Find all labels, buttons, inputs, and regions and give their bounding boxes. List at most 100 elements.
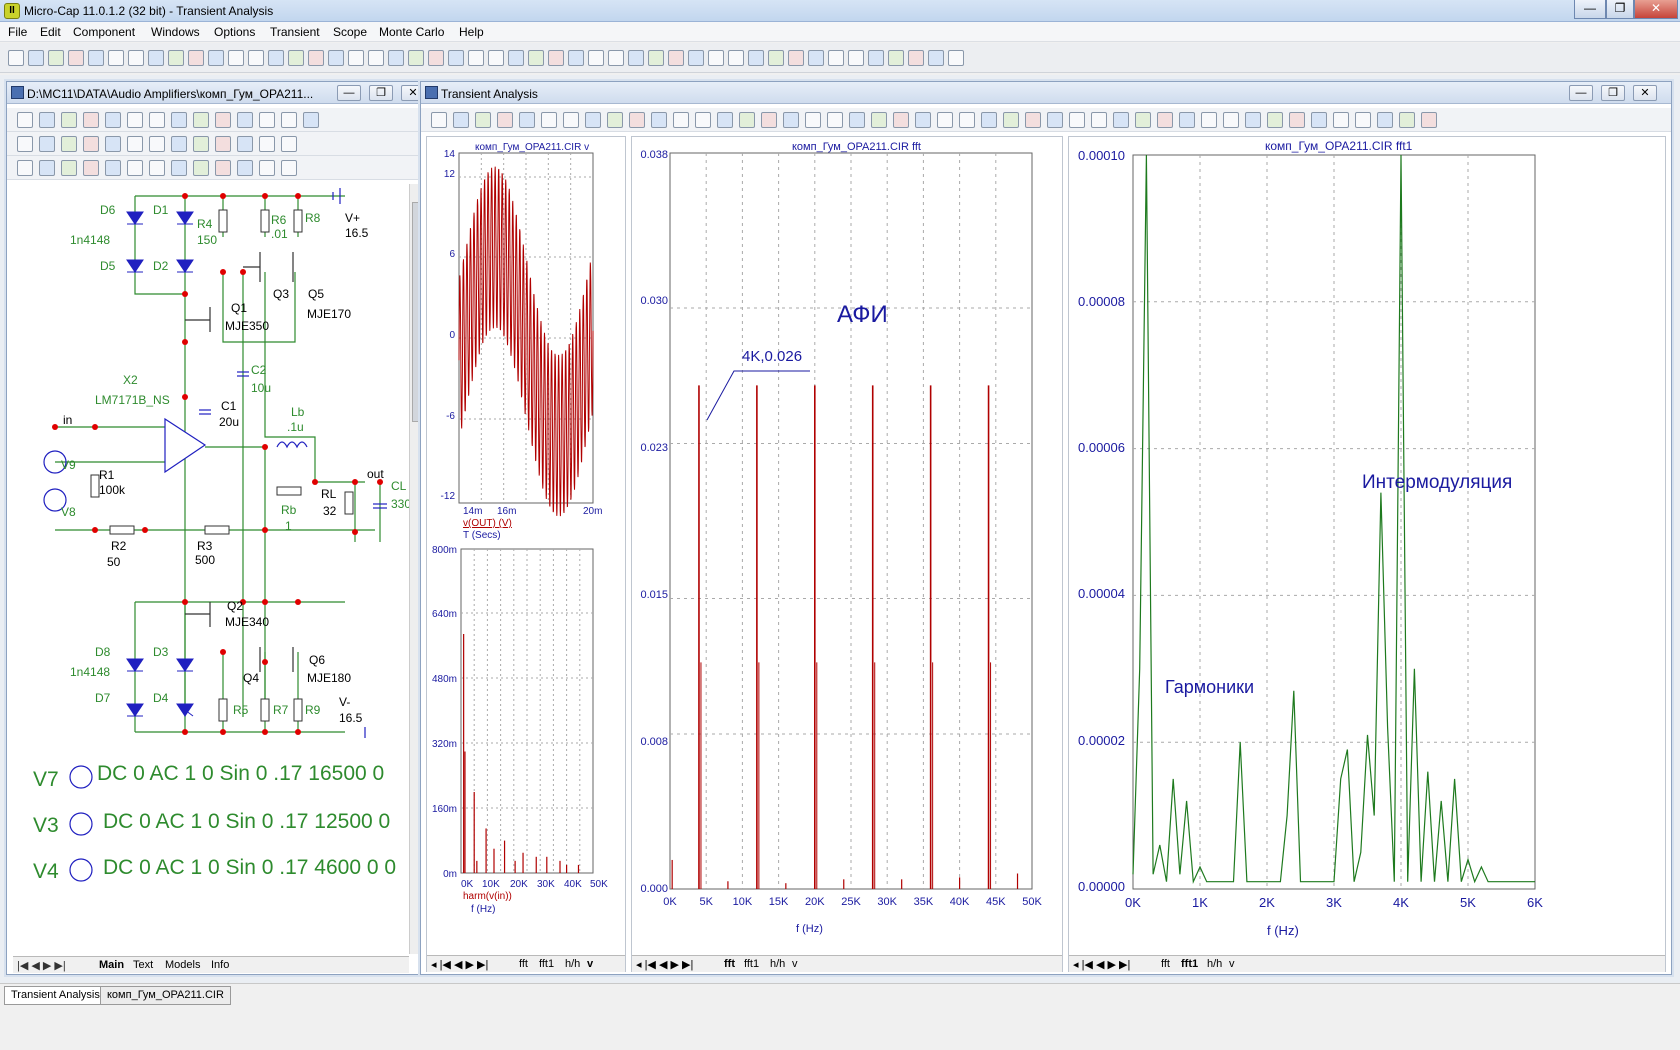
toolbar-button[interactable]	[17, 136, 33, 152]
menu-edit[interactable]: Edit	[40, 25, 61, 39]
toolbar-button[interactable]	[981, 112, 997, 128]
toolbar-button[interactable]	[1179, 112, 1195, 128]
toolbar-button[interactable]	[1289, 112, 1305, 128]
window-tab-circuit[interactable]: комп_Гум_OPA211.CIR	[100, 986, 231, 1005]
close-button[interactable]: ✕	[1634, 0, 1678, 19]
schematic-maximize-button[interactable]: ❐	[369, 85, 393, 101]
toolbar-button[interactable]	[788, 50, 804, 66]
toolbar-button[interactable]	[105, 136, 121, 152]
toolbar-button[interactable]	[215, 136, 231, 152]
toolbar-button[interactable]	[431, 112, 447, 128]
toolbar-button[interactable]	[628, 50, 644, 66]
toolbar-button[interactable]	[761, 112, 777, 128]
toolbar-button[interactable]	[585, 112, 601, 128]
toolbar-button[interactable]	[171, 136, 187, 152]
toolbar-button[interactable]	[1201, 112, 1217, 128]
toolbar-button[interactable]	[805, 112, 821, 128]
toolbar-button[interactable]	[28, 50, 44, 66]
toolbar-button[interactable]	[61, 160, 77, 176]
fft1-plot[interactable]: комп_Гум_OPA211.CIR fft1 0.00010 0.00008…	[1069, 137, 1665, 947]
toolbar-button[interactable]	[688, 50, 704, 66]
toolbar-button[interactable]	[1355, 112, 1371, 128]
toolbar-button[interactable]	[17, 112, 33, 128]
toolbar-button[interactable]	[237, 160, 253, 176]
toolbar-button[interactable]	[259, 136, 275, 152]
tab-models[interactable]: Models	[165, 959, 200, 971]
toolbar-button[interactable]	[541, 112, 557, 128]
toolbar-button[interactable]	[68, 50, 84, 66]
toolbar-button[interactable]	[105, 112, 121, 128]
toolbar-button[interactable]	[849, 112, 865, 128]
analysis-minimize-button[interactable]: —	[1569, 85, 1593, 101]
schematic-minimize-button[interactable]: —	[337, 85, 361, 101]
toolbar-button[interactable]	[149, 160, 165, 176]
toolbar-button[interactable]	[171, 160, 187, 176]
toolbar-button[interactable]	[848, 50, 864, 66]
toolbar-button[interactable]	[61, 136, 77, 152]
menu-file[interactable]: File	[8, 25, 27, 39]
menu-options[interactable]: Options	[214, 25, 255, 39]
toolbar-button[interactable]	[453, 112, 469, 128]
menu-help[interactable]: Help	[459, 25, 484, 39]
toolbar-button[interactable]	[1421, 112, 1437, 128]
toolbar-button[interactable]	[215, 112, 231, 128]
toolbar-button[interactable]	[428, 50, 444, 66]
toolbar-button[interactable]	[828, 50, 844, 66]
toolbar-button[interactable]	[88, 50, 104, 66]
toolbar-button[interactable]	[127, 160, 143, 176]
toolbar-button[interactable]	[1047, 112, 1063, 128]
toolbar-button[interactable]	[519, 112, 535, 128]
toolbar-button[interactable]	[668, 50, 684, 66]
toolbar-button[interactable]	[303, 112, 319, 128]
toolbar-button[interactable]	[288, 50, 304, 66]
toolbar-button[interactable]	[237, 136, 253, 152]
toolbar-button[interactable]	[1091, 112, 1107, 128]
toolbar-button[interactable]	[105, 160, 121, 176]
window-tab-transient[interactable]: Transient Analysis	[4, 986, 107, 1005]
toolbar-button[interactable]	[281, 112, 297, 128]
minimize-button[interactable]: —	[1574, 0, 1606, 19]
toolbar-button[interactable]	[528, 50, 544, 66]
toolbar-button[interactable]	[281, 136, 297, 152]
toolbar-button[interactable]	[108, 50, 124, 66]
toolbar-button[interactable]	[127, 112, 143, 128]
toolbar-button[interactable]	[408, 50, 424, 66]
plot1-tab-hh[interactable]: h/h	[565, 958, 580, 970]
toolbar-button[interactable]	[607, 112, 623, 128]
toolbar-button[interactable]	[488, 50, 504, 66]
toolbar-button[interactable]	[588, 50, 604, 66]
toolbar-button[interactable]	[728, 50, 744, 66]
toolbar-button[interactable]	[948, 50, 964, 66]
toolbar-button[interactable]	[237, 112, 253, 128]
toolbar-button[interactable]	[208, 50, 224, 66]
toolbar-button[interactable]	[1157, 112, 1173, 128]
toolbar-button[interactable]	[708, 50, 724, 66]
toolbar-button[interactable]	[468, 50, 484, 66]
toolbar-button[interactable]	[508, 50, 524, 66]
plot3-tab-v[interactable]: v	[1229, 958, 1235, 970]
toolbar-button[interactable]	[739, 112, 755, 128]
toolbar-button[interactable]	[1135, 112, 1151, 128]
toolbar-button[interactable]	[39, 112, 55, 128]
toolbar-button[interactable]	[48, 50, 64, 66]
toolbar-button[interactable]	[281, 160, 297, 176]
toolbar-button[interactable]	[168, 50, 184, 66]
toolbar-button[interactable]	[39, 136, 55, 152]
toolbar-button[interactable]	[1377, 112, 1393, 128]
toolbar-button[interactable]	[193, 112, 209, 128]
tab-info[interactable]: Info	[211, 959, 229, 971]
tab-text[interactable]: Text	[133, 959, 153, 971]
schematic-canvas[interactable]: D6 D1 R4 150 R6 .01 R8 V+ 16.5 1n4148 D5…	[15, 182, 413, 952]
toolbar-button[interactable]	[1025, 112, 1041, 128]
toolbar-button[interactable]	[629, 112, 645, 128]
menu-monte-carlo[interactable]: Monte Carlo	[379, 25, 444, 39]
plot2-tab-v[interactable]: v	[792, 958, 798, 970]
toolbar-button[interactable]	[17, 160, 33, 176]
plot1-tab-fft[interactable]: fft	[519, 958, 528, 970]
menu-component[interactable]: Component	[73, 25, 135, 39]
toolbar-button[interactable]	[808, 50, 824, 66]
toolbar-button[interactable]	[888, 50, 904, 66]
toolbar-button[interactable]	[148, 50, 164, 66]
plot2-tab-fft[interactable]: fft	[724, 958, 735, 970]
tab-main[interactable]: Main	[99, 959, 124, 971]
